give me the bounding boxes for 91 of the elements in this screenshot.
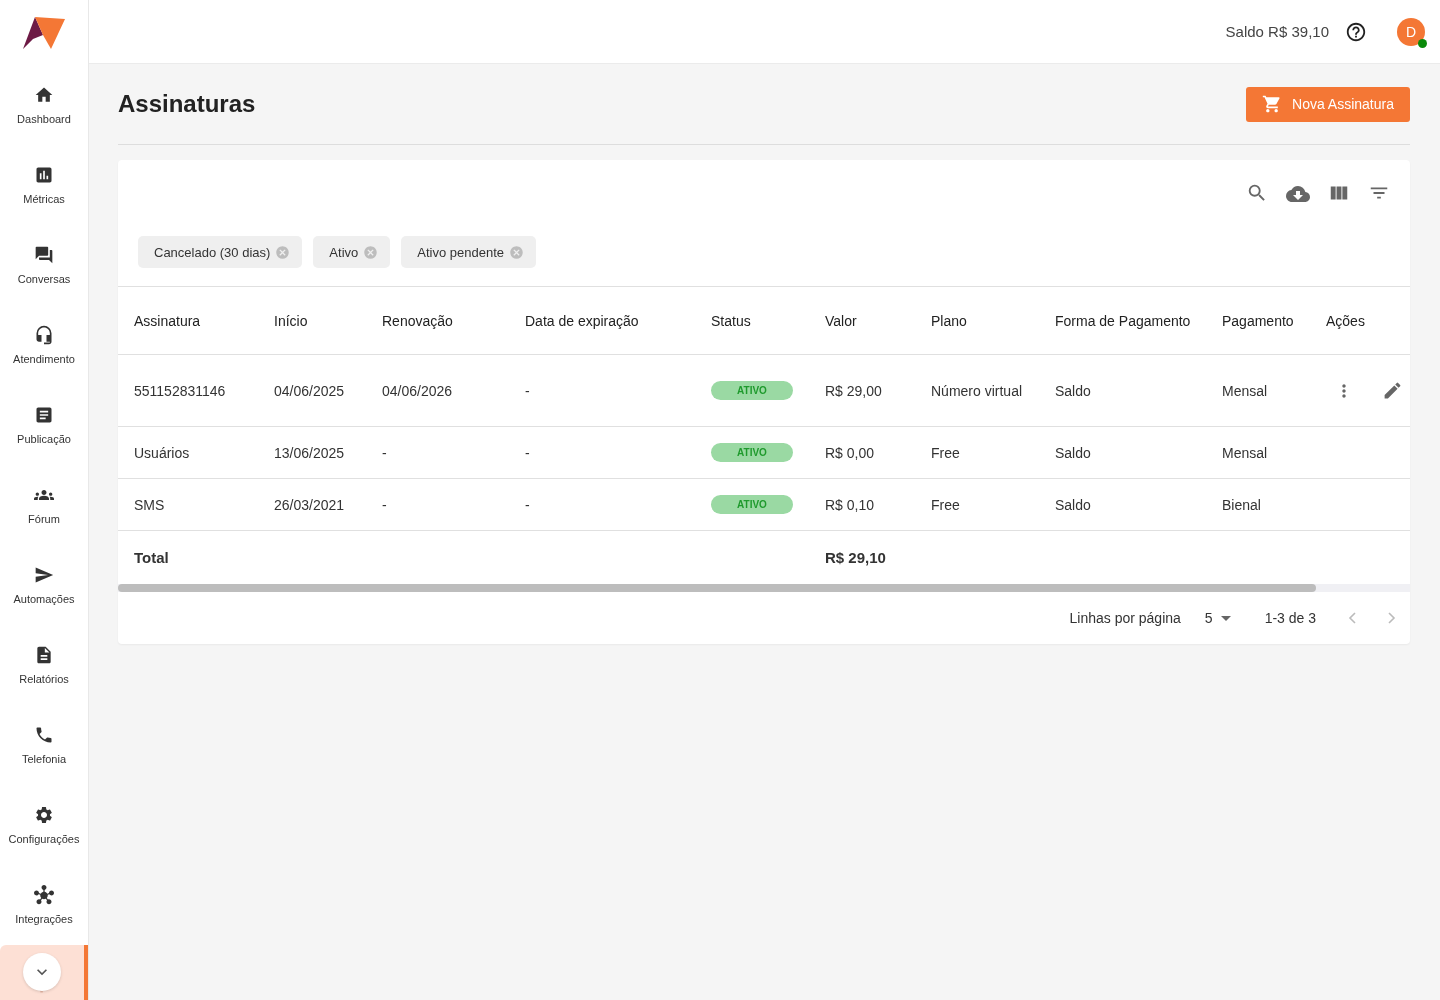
column-header: Ações xyxy=(1326,312,1366,329)
table-cell-text: Saldo xyxy=(1055,444,1092,461)
table-cell-text: Saldo xyxy=(1055,382,1092,399)
phone-icon xyxy=(34,725,54,745)
sidebar-label: Métricas xyxy=(23,193,65,205)
column-header: Plano xyxy=(931,312,968,329)
column-header: Valor xyxy=(825,312,858,329)
sidebar-item[interactable]: Integrações xyxy=(0,865,88,945)
send-icon xyxy=(34,565,54,585)
sidebar-label: Atendimento xyxy=(13,353,75,365)
chevron-right-icon xyxy=(1388,612,1396,624)
sidebar-item[interactable]: Relatórios xyxy=(0,625,88,705)
status-badge: ATIVO xyxy=(711,443,793,462)
sidebar-item[interactable]: Atendimento xyxy=(0,305,88,385)
table-cell-text: - xyxy=(382,444,388,461)
bar-chart-icon xyxy=(34,165,54,185)
table-cell-text: 26/03/2021 xyxy=(274,496,346,513)
sidebar-label: Configurações xyxy=(8,833,80,845)
chat-icon xyxy=(34,245,54,265)
sidebar-item[interactable]: Automações xyxy=(0,545,88,625)
column-header: Data de expiração xyxy=(525,312,640,329)
page-range: 1-3 de 3 xyxy=(1264,610,1316,626)
column-header: Status xyxy=(711,312,752,329)
filter-chip[interactable]: Ativo pendente xyxy=(401,236,536,268)
column-header: Pagamento xyxy=(1222,312,1295,329)
table-cell-text: - xyxy=(525,444,531,461)
status-badge: ATIVO xyxy=(711,495,793,514)
page-title: Assinaturas xyxy=(118,90,256,118)
table-cell-text: 13/06/2025 xyxy=(274,444,346,461)
document-icon xyxy=(34,405,54,425)
sidebar-label: Relatórios xyxy=(19,673,69,685)
table-cell-text: 04/06/2026 xyxy=(382,382,454,399)
previous-page-button[interactable] xyxy=(1348,612,1356,624)
total-label: Total xyxy=(134,548,170,566)
rows-per-page-label: Linhas por página xyxy=(1069,610,1181,626)
logo-icon xyxy=(21,14,67,51)
balance-text: Saldo R$ 39,10 xyxy=(1225,23,1329,40)
filter-chip[interactable]: Cancelado (30 dias) xyxy=(138,236,303,268)
table-cell-text: Número virtual xyxy=(931,382,1024,399)
table-cell-text: - xyxy=(525,496,531,513)
sidebar-label: Automações xyxy=(13,593,75,605)
sidebar-item[interactable]: Conversas xyxy=(0,225,88,305)
table-cell-text: Mensal xyxy=(1222,382,1269,399)
sidebar-label: Conversas xyxy=(17,273,71,285)
chevron-left-icon xyxy=(1348,612,1356,624)
sidebar-label: Telefonia xyxy=(21,753,66,765)
remove-icon[interactable] xyxy=(509,244,524,260)
sidebar-item[interactable]: Fórum xyxy=(0,465,88,545)
table-cell-text: Mensal xyxy=(1222,444,1269,461)
table-cell-text: Saldo xyxy=(1055,496,1092,513)
rows-per-page-select[interactable]: 5 xyxy=(1204,610,1231,626)
network-icon xyxy=(34,885,54,905)
sidebar-label: Dashboard xyxy=(17,113,71,125)
column-header: Assinatura xyxy=(134,312,202,329)
home-icon xyxy=(34,85,54,105)
table-cell-text: 551152831146 xyxy=(134,382,227,399)
sidebar-item[interactable]: Dashboard xyxy=(0,65,88,145)
help-icon[interactable] xyxy=(1345,20,1367,43)
table-cell-text: - xyxy=(382,496,388,513)
sidebar-label: Fórum xyxy=(28,513,60,525)
sidebar-item[interactable]: Telefonia xyxy=(0,705,88,785)
edit-icon[interactable] xyxy=(1382,380,1403,401)
headset-icon xyxy=(34,325,54,345)
total-value: R$ 29,10 xyxy=(825,548,887,566)
dropdown-arrow-icon xyxy=(1220,615,1231,621)
remove-icon[interactable] xyxy=(363,244,379,260)
column-header: Início xyxy=(274,312,309,329)
table-cell-text: R$ 0,00 xyxy=(825,444,876,461)
sidebar-item[interactable]: Publicação xyxy=(0,385,88,465)
scroll-down-button[interactable] xyxy=(23,953,61,991)
settings-icon xyxy=(34,805,54,825)
table-cell-text: R$ 29,00 xyxy=(825,382,883,399)
file-icon xyxy=(34,645,54,665)
sidebar-label: Integrações xyxy=(15,913,73,925)
remove-icon[interactable] xyxy=(275,244,291,260)
table-cell-text: 04/06/2025 xyxy=(274,382,346,399)
table-cell-text: Free xyxy=(931,444,961,461)
table-cell-text: SMS xyxy=(134,496,166,513)
table-cell-text: - xyxy=(525,382,531,399)
column-header: Forma de Pagamento xyxy=(1055,312,1192,329)
filter-chip[interactable]: Ativo xyxy=(313,236,391,268)
table-cell-text: Usuários xyxy=(134,444,191,461)
column-header: Renovação xyxy=(382,312,454,329)
table-cell-text: Bienal xyxy=(1222,496,1262,513)
next-page-button[interactable] xyxy=(1388,612,1396,624)
status-badge: ATIVO xyxy=(711,381,793,400)
sidebar-label: Publicação xyxy=(17,433,71,445)
sidebar-item[interactable]: Configurações xyxy=(0,785,88,865)
sidebar-item[interactable]: Métricas xyxy=(0,145,88,225)
table-cell-text: R$ 0,10 xyxy=(825,496,876,513)
table-cell-text: Free xyxy=(931,496,961,513)
